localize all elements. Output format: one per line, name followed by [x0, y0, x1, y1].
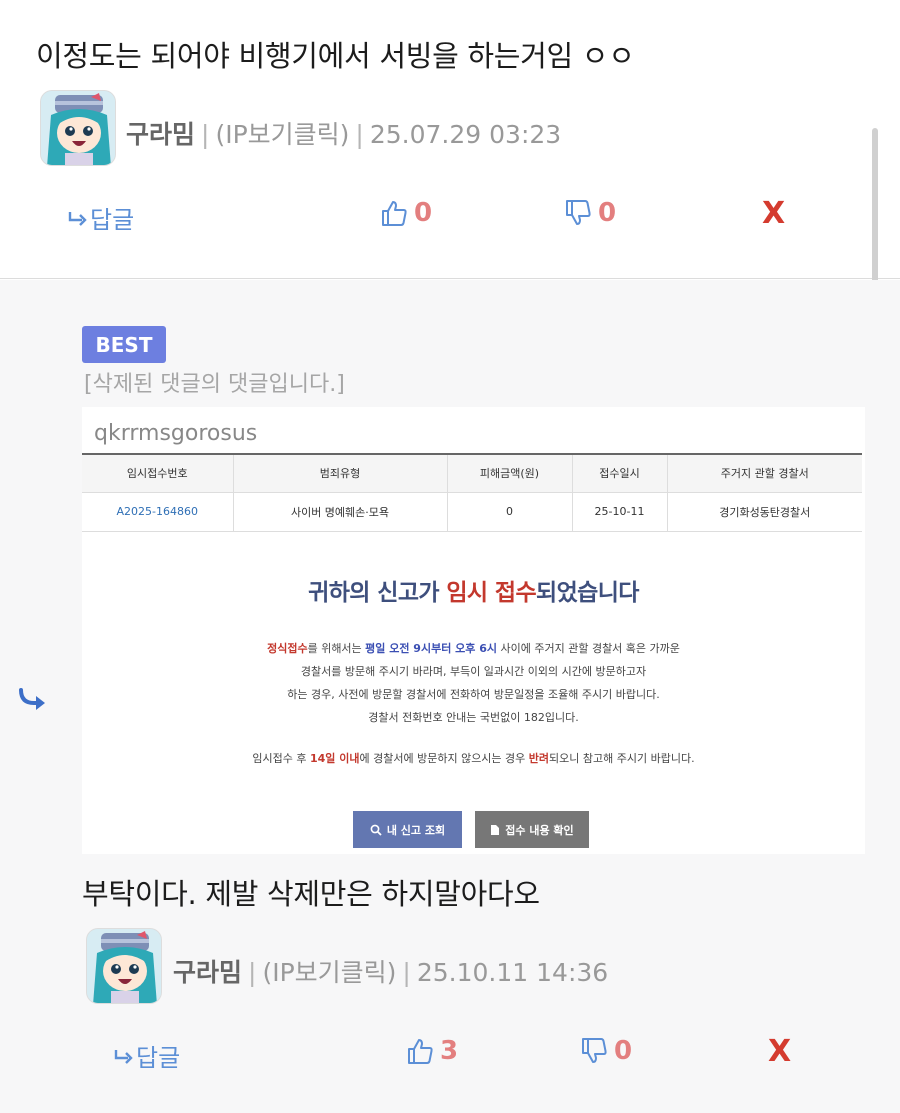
- table-header: 피해금액(원): [447, 454, 573, 493]
- image-check-button: 접수 내용 확인: [475, 811, 589, 848]
- author-name[interactable]: 구라밈: [126, 120, 195, 149]
- body-highlight: 평일 오전 9시부터 오후 6시: [365, 642, 497, 655]
- table-cell: A2025-164860: [82, 492, 234, 532]
- title-text: 되었습니다: [536, 580, 639, 606]
- report-table: 임시접수번호 범죄유형 피해금액(원) 접수일시 주거지 관할 경찰서 A202…: [82, 453, 862, 532]
- dislike-count: 0: [614, 1036, 633, 1066]
- table-header-row: 임시접수번호 범죄유형 피해금액(원) 접수일시 주거지 관할 경찰서: [82, 454, 862, 493]
- like-count: 3: [440, 1036, 459, 1066]
- reply-arrow-icon: [114, 1049, 133, 1064]
- reply-text: 부탁이다. 제발 삭제만은 하지말아다오: [82, 877, 540, 911]
- avatar[interactable]: [86, 928, 162, 1004]
- table-cell: 25-10-11: [572, 492, 668, 532]
- thumbs-down-icon: [566, 200, 591, 225]
- timestamp: 25.10.11 14:36: [416, 958, 609, 987]
- reply-meta: 구라밈 | (IP보기클릭) | 25.10.11 14:36: [173, 953, 608, 989]
- reply-button[interactable]: 답글: [68, 200, 134, 235]
- avatar-image: [41, 91, 115, 165]
- table-cell: 0: [447, 492, 573, 532]
- divider: |: [248, 958, 257, 987]
- reply-arrow-icon: [68, 211, 87, 226]
- body-line: 경찰서 전화번호 안내는 국번없이 182입니다.: [368, 711, 579, 724]
- dislike-count: 0: [598, 198, 617, 228]
- image-username: qkrrmsgorosus: [94, 421, 258, 446]
- dislike-button[interactable]: 0: [580, 1036, 632, 1066]
- body-text: 를 위해서는: [307, 642, 366, 655]
- like-button[interactable]: 3: [406, 1036, 458, 1066]
- note-highlight: 14일 이내: [310, 752, 360, 765]
- comment-1: 이정도는 되어야 비행기에서 서빙을 하는거임 ㅇㅇ 구라밈 | (IP보기클릭) |…: [0, 0, 900, 279]
- table-cell: 사이버 명예훼손·모욕: [233, 492, 448, 532]
- image-body: 정식접수를 위해서는 평일 오전 9시부터 오후 6시 사이에 주거지 관할 경…: [82, 637, 865, 729]
- best-badge: BEST: [82, 326, 166, 363]
- title-text: 귀하의 신고가: [308, 580, 447, 606]
- thumbs-up-icon: [408, 1039, 433, 1064]
- reply-button[interactable]: 답글: [114, 1038, 180, 1073]
- like-count: 0: [414, 198, 433, 228]
- avatar-image: [87, 929, 161, 1003]
- delete-button[interactable]: X: [762, 196, 785, 231]
- image-title: 귀하의 신고가 임시 접수되었습니다: [82, 573, 865, 607]
- avatar[interactable]: [40, 90, 116, 166]
- comment-meta: 구라밈 | (IP보기클릭) | 25.07.29 03:23: [126, 115, 561, 151]
- body-line: 하는 경우, 사전에 방문할 경찰서에 전화하여 방문일정을 조율해 주시기 바…: [287, 688, 660, 701]
- title-highlight: 임시 접수: [446, 580, 537, 606]
- table-header: 임시접수번호: [82, 454, 234, 493]
- body-line: 정식접수를 위해서는 평일 오전 9시부터 오후 6시 사이에 주거지 관할 경…: [82, 637, 865, 660]
- reply-label: 답글: [90, 206, 135, 234]
- table-header: 접수일시: [572, 454, 668, 493]
- note-text: 에 경찰서에 방문하지 않으시는 경우: [359, 752, 529, 765]
- note-highlight: 반려: [528, 752, 550, 765]
- body-highlight: 정식접수: [267, 642, 308, 655]
- divider: |: [355, 120, 364, 149]
- button-label: 내 신고 조회: [386, 823, 446, 837]
- timestamp: 25.07.29 03:23: [369, 120, 562, 149]
- deleted-notice: [삭제된 댓글의 댓글입니다.]: [84, 372, 345, 397]
- thumbs-down-icon: [582, 1038, 607, 1063]
- body-line: 경찰서를 방문해 주시기 바라며, 부득이 일과시간 이외의 시간에 방문하고자: [300, 665, 647, 678]
- note-text: 되오니 참고해 주시기 바랍니다.: [549, 752, 695, 765]
- table-cell: 경기화성동탄경찰서: [667, 492, 862, 532]
- button-label: 접수 내용 확인: [505, 823, 574, 837]
- divider: |: [402, 958, 411, 987]
- reply-label: 답글: [136, 1044, 181, 1072]
- thumbs-up-icon: [382, 201, 407, 226]
- ip-view-link[interactable]: (IP보기클릭): [262, 958, 396, 987]
- author-name[interactable]: 구라밈: [173, 958, 242, 987]
- comment-text: 이정도는 되어야 비행기에서 서빙을 하는거임 ㅇㅇ: [36, 39, 635, 73]
- table-row: A2025-164860 사이버 명예훼손·모욕 0 25-10-11 경기화성…: [82, 492, 862, 532]
- document-icon: [491, 824, 500, 835]
- table-header: 범죄유형: [233, 454, 448, 493]
- ip-view-link[interactable]: (IP보기클릭): [215, 120, 349, 149]
- note-text: 임시접수 후: [252, 752, 310, 765]
- delete-button[interactable]: X: [768, 1034, 791, 1069]
- dislike-button[interactable]: 0: [564, 198, 616, 228]
- search-icon: [370, 824, 382, 836]
- divider: |: [201, 120, 210, 149]
- nested-reply-arrow-icon: [19, 688, 45, 710]
- attached-image[interactable]: qkrrmsgorosus 임시접수번호 범죄유형 피해금액(원) 접수일시 주…: [82, 407, 865, 854]
- image-search-button: 내 신고 조회: [353, 811, 462, 848]
- image-note: 임시접수 후 14일 이내에 경찰서에 방문하지 않으시는 경우 반려되오니 참…: [82, 750, 865, 766]
- body-text: 사이에 주거지 관할 경찰서 혹은 가까운: [497, 642, 680, 655]
- table-header: 주거지 관할 경찰서: [667, 454, 862, 493]
- like-button[interactable]: 0: [380, 198, 432, 228]
